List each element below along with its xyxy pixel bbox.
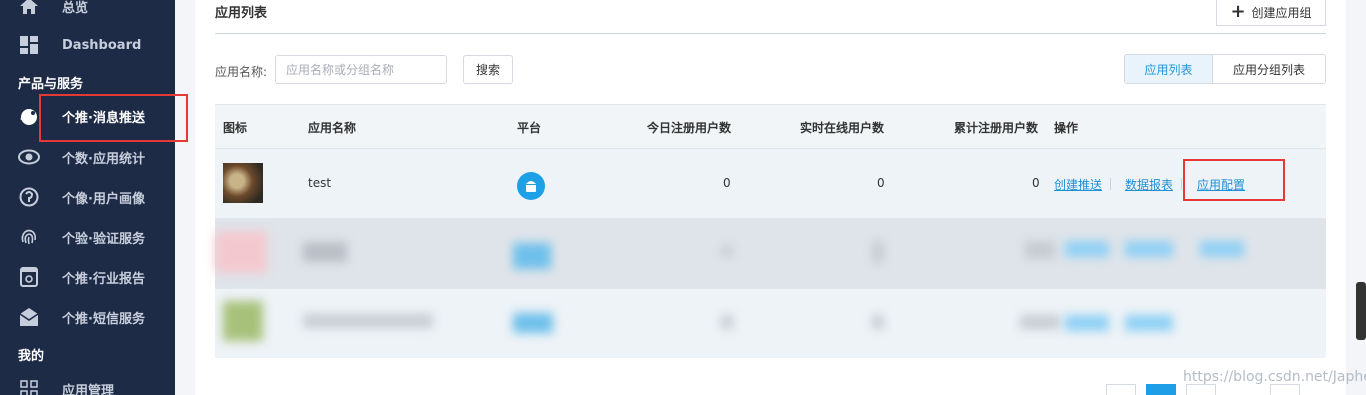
divider [215, 33, 1326, 34]
create-group-button[interactable]: + 创建应用组 [1216, 0, 1326, 26]
eye-icon [18, 146, 40, 168]
pagination-current-page[interactable] [1146, 384, 1176, 395]
column-header: 累计注册用户数 [954, 121, 1039, 135]
home-icon [18, 0, 40, 17]
sidebar-item-app-management[interactable]: 应用管理 [0, 371, 175, 395]
redacted-count [721, 315, 733, 329]
redacted-link [1125, 241, 1173, 257]
pagination-jump[interactable] [1270, 384, 1300, 395]
plus-icon: + [1230, 1, 1246, 22]
action-separator [1181, 178, 1182, 190]
sidebar-item-label: Dashboard [62, 37, 142, 53]
total-registered-count: 0 [1032, 176, 1040, 190]
pagination-next[interactable] [1186, 384, 1216, 395]
redacted-count [1020, 315, 1060, 329]
section-title-products: 产品与服务 [18, 77, 84, 92]
watermark-text: https://blog.csdn.net/Japhet_jiu [1183, 369, 1366, 385]
android-icon [517, 172, 545, 200]
sidebar: 总览 Dashboard 产品与服务 个推·消息推送 个数·应用统计 个像·用户… [0, 0, 175, 395]
redacted-link [1200, 241, 1244, 257]
sidebar-item-label: 个推·消息推送 [62, 110, 145, 126]
table-row [215, 218, 1326, 288]
sidebar-item-overview[interactable]: 总览 [0, 0, 175, 24]
main-content: 应用列表 + 创建应用组 应用名称: 搜索 应用列表 应用分组列表 图标 应用名… [195, 0, 1346, 395]
section-title-mine: 我的 [18, 349, 45, 364]
tab-app-group-list[interactable]: 应用分组列表 [1213, 54, 1326, 84]
column-header: 今日注册用户数 [647, 121, 732, 135]
scrollbar-handle[interactable] [1356, 282, 1366, 340]
column-header: 操作 [1054, 121, 1079, 135]
sidebar-item-label: 应用管理 [62, 383, 115, 395]
search-input[interactable] [275, 55, 447, 84]
column-header: 图标 [223, 121, 248, 135]
data-report-link[interactable]: 数据报表 [1125, 176, 1173, 193]
column-header: 平台 [517, 121, 542, 135]
apps-icon [18, 378, 40, 395]
redacted-app-icon [223, 301, 263, 341]
today-registered-count: 0 [723, 176, 731, 190]
bird-icon [18, 105, 40, 127]
sidebar-item-dashboard[interactable]: Dashboard [0, 27, 175, 63]
sidebar-item-label: 个数·应用统计 [62, 151, 145, 167]
app-table: 图标 应用名称 平台 今日注册用户数 实时在线用户数 累计注册用户数 操作 te… [215, 104, 1326, 358]
redacted-count [1025, 241, 1055, 259]
sidebar-item-label: 总览 [62, 0, 89, 16]
redacted-app-name [303, 314, 433, 328]
sidebar-item-push[interactable]: 个推·消息推送 [0, 98, 175, 134]
filter-label: 应用名称: [215, 65, 268, 79]
table-row: test 0 0 0 创建推送 数据报表 应用配置 [215, 148, 1326, 218]
column-header: 实时在线用户数 [800, 121, 885, 135]
redacted-link [1065, 315, 1109, 331]
tab-app-list[interactable]: 应用列表 [1124, 54, 1213, 84]
table-row [215, 288, 1326, 358]
app-name: test [308, 176, 332, 190]
sidebar-item-sms[interactable]: 个推·短信服务 [0, 299, 175, 335]
sidebar-item-label: 个推·短信服务 [62, 311, 145, 327]
create-group-label: 创建应用组 [1251, 5, 1312, 20]
app-icon-image [223, 163, 263, 203]
sidebar-item-label: 个推·行业报告 [62, 271, 145, 287]
app-config-link[interactable]: 应用配置 [1197, 176, 1245, 193]
sms-icon [18, 306, 40, 328]
redacted-count [872, 315, 884, 329]
redacted-count [721, 246, 733, 256]
search-button[interactable]: 搜索 [463, 55, 513, 84]
sidebar-item-profile[interactable]: 个像·用户画像 [0, 179, 175, 215]
redacted-link [1125, 315, 1173, 331]
column-header: 应用名称 [308, 121, 357, 135]
profile-icon [18, 186, 40, 208]
redacted-platform [513, 313, 553, 333]
pagination-prev[interactable] [1106, 384, 1136, 395]
view-tabs: 应用列表 应用分组列表 [1124, 54, 1326, 84]
page-title: 应用列表 [215, 6, 268, 21]
redacted-link [1065, 241, 1109, 257]
table-header: 图标 应用名称 平台 今日注册用户数 实时在线用户数 累计注册用户数 操作 [215, 104, 1326, 148]
sidebar-item-report[interactable]: 个推·行业报告 [0, 259, 175, 295]
redacted-count [872, 241, 884, 263]
sidebar-item-stats[interactable]: 个数·应用统计 [0, 139, 175, 175]
online-user-count: 0 [877, 176, 885, 190]
sidebar-item-verify[interactable]: 个验·验证服务 [0, 219, 175, 255]
redacted-app-name [303, 242, 347, 262]
action-separator [1110, 178, 1111, 190]
dashboard-icon [18, 34, 40, 56]
sidebar-item-label: 个验·验证服务 [62, 231, 145, 247]
redacted-app-icon [215, 231, 267, 273]
redacted-platform [513, 243, 551, 269]
create-push-link[interactable]: 创建推送 [1054, 176, 1102, 193]
sidebar-item-label: 个像·用户画像 [62, 191, 145, 207]
fingerprint-icon [18, 226, 40, 248]
report-icon [18, 266, 40, 288]
